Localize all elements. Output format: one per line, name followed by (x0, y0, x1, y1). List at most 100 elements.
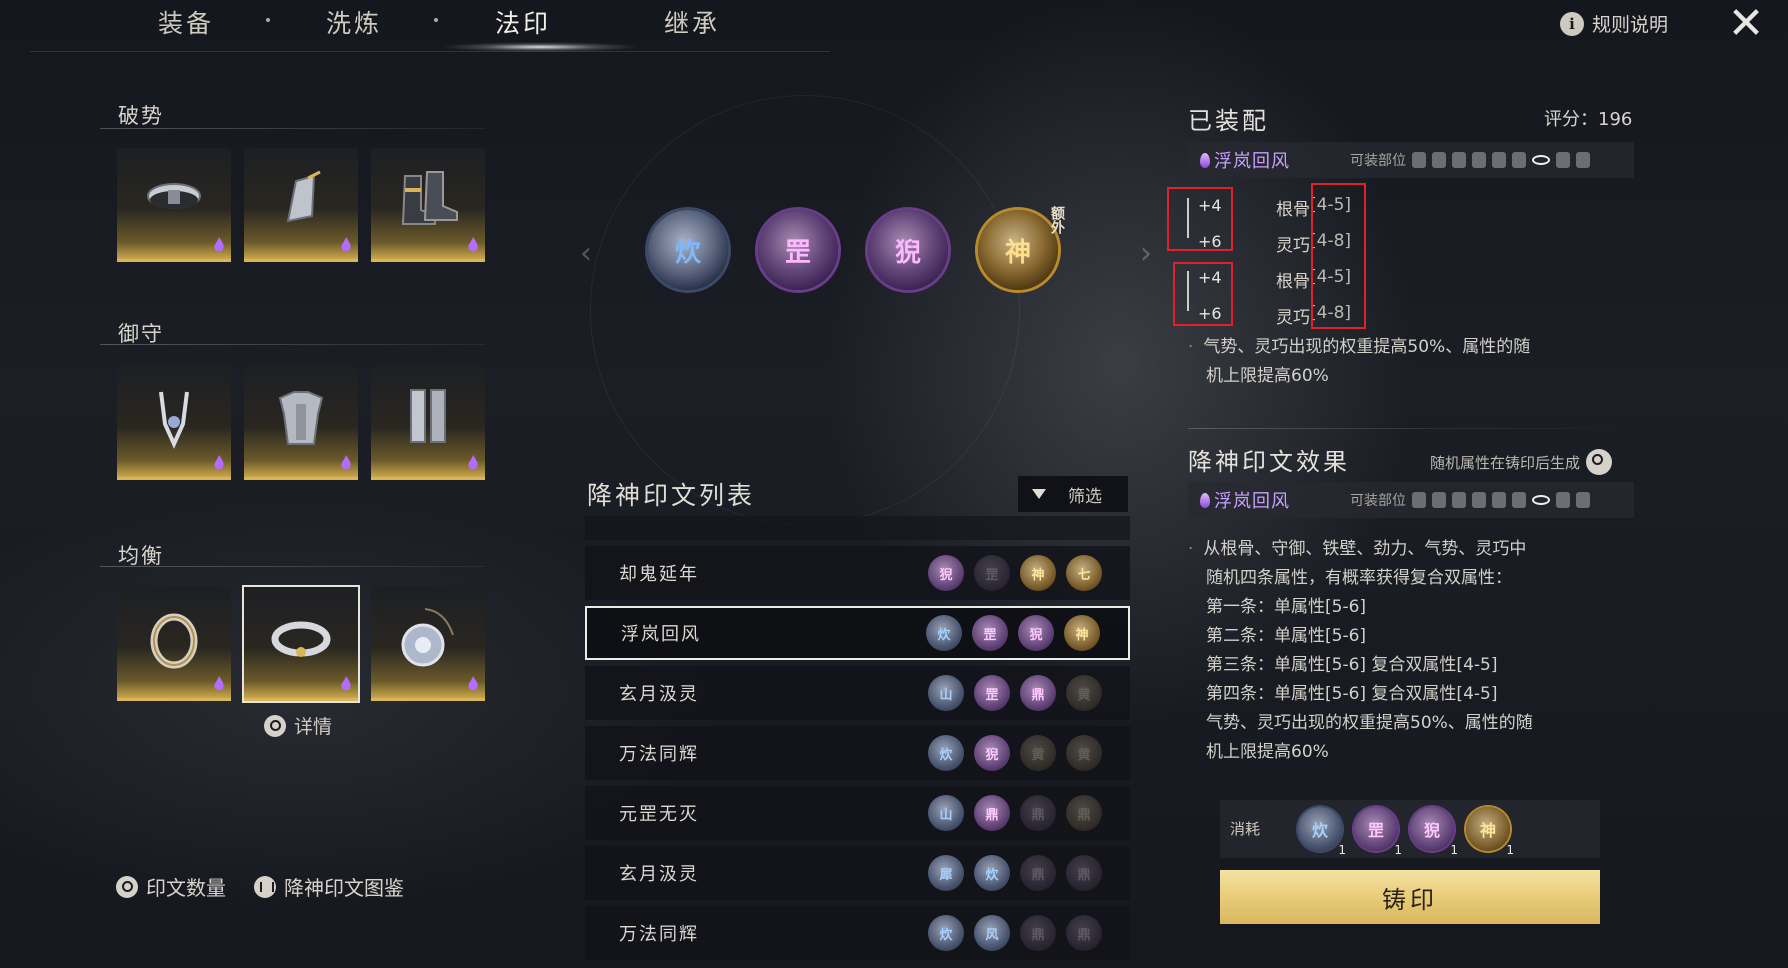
detail-label: 详情 (294, 716, 333, 738)
rune-codex-label: 降神印文图鉴 (284, 876, 404, 900)
ring-icon (150, 613, 198, 669)
filter-button[interactable]: 筛选 (1018, 476, 1128, 512)
list-item[interactable]: 却鬼延年 猊罡神七 (585, 546, 1130, 600)
filter-icon (1032, 489, 1046, 499)
equip-slot-ring[interactable] (117, 587, 231, 701)
rune-count-button[interactable]: 印文数量 (116, 872, 226, 901)
equip-slot-headpiece[interactable] (117, 366, 231, 480)
rune-orb-set: 猊罡神七 (928, 555, 1102, 591)
magnifier-icon (264, 714, 286, 737)
part-pendant-icon (1576, 152, 1590, 168)
equip-slot-chest[interactable] (244, 366, 358, 480)
rune-name: 元罡无灭 (619, 804, 699, 825)
part-blade-icon (1432, 492, 1446, 508)
effect-line: 气势、灵巧出现的权重提高50%、属性的随 (1206, 713, 1533, 733)
list-item[interactable]: 玄月汲灵 犀炊鼎鼎 (585, 846, 1130, 900)
annotation-box (1311, 183, 1366, 329)
tab-seal[interactable]: 法印 (495, 4, 551, 40)
magnifier-icon[interactable] (1586, 449, 1613, 475)
rune-orb[interactable]: 罡 (758, 210, 838, 290)
leg-guard-icon (410, 389, 446, 443)
purple-flame-icon (214, 676, 224, 691)
rune-orb-icon: 猊 (974, 735, 1010, 771)
active-tab-indicator (440, 42, 640, 52)
purple-flame-icon (468, 455, 478, 470)
purple-flame-icon (468, 237, 478, 252)
rune-codex-button[interactable]: 降神印文图鉴 (254, 872, 404, 901)
rune-orb-icon: 神 (1020, 555, 1056, 591)
annotation-box (1167, 187, 1233, 251)
rune-orb-icon: 炊 (928, 735, 964, 771)
effect-line: 随机四条属性，有概率获得复合双属性： (1206, 568, 1512, 588)
equipped-note: · 气势、灵巧出现的权重提高50%、属性的随 机上限提高60% (1188, 337, 1531, 386)
rune-name: 玄月汲灵 (619, 864, 699, 885)
purple-flame-icon (214, 455, 224, 470)
rune-orb[interactable]: 猊 (868, 210, 948, 290)
rune-orb-icon: 猊 (1018, 615, 1054, 651)
rune-name: 玄月汲灵 (619, 684, 699, 705)
divider (1188, 428, 1638, 429)
part-belt-icon (1472, 492, 1486, 508)
rune-orb-icon: 罡 (974, 675, 1010, 711)
equip-slot-belt[interactable] (117, 148, 231, 262)
rune-orb-icon: 猊 (928, 555, 964, 591)
effect-line: 第四条：单属性[5-6] 复合双属性[4-5] (1206, 684, 1498, 704)
rules-button[interactable]: i 规则说明 (1560, 10, 1668, 37)
rune-list[interactable]: 却鬼延年猊罡神七浮岚回风炊罡猊神玄月汲灵山罡鼎黄万法同辉炊猊黄黄元罡无灭山鼎鼎鼎… (585, 516, 1130, 968)
stat-name: 灵巧 (1276, 308, 1310, 328)
tab-inherit[interactable]: 继承 (664, 4, 720, 40)
rune-orb-set: 山鼎鼎鼎 (928, 795, 1102, 831)
close-icon[interactable]: ✕ (1722, 2, 1770, 46)
stat-name: 根骨 (1276, 272, 1310, 292)
rune-glyph: 炊 (1311, 821, 1328, 840)
rune-orb-set: 犀炊鼎鼎 (928, 855, 1102, 891)
detail-button[interactable]: 详情 (264, 712, 332, 739)
equip-row-defense (117, 366, 485, 480)
cost-orb-icon: 猊1 (1410, 807, 1458, 857)
equip-slot-boots[interactable] (371, 148, 485, 262)
rune-name-text: 浮岚回风 (1214, 151, 1290, 172)
effect-hint-text: 随机属性在铸印后生成 (1430, 453, 1581, 472)
part-head-icon (1452, 492, 1466, 508)
purple-flame-icon (214, 237, 224, 252)
equipped-rune-name: 浮岚回风 (1200, 147, 1350, 173)
purple-flame-icon (1200, 152, 1210, 168)
headpiece-icon (159, 391, 189, 449)
list-item[interactable]: 万法同辉炊猊黄黄 (585, 726, 1130, 780)
equip-slot-pendant[interactable] (371, 587, 485, 701)
list-item[interactable]: 元罡无灭 山鼎鼎鼎 (585, 786, 1130, 840)
list-item[interactable]: 万法同辉炊风鼎鼎 (585, 906, 1130, 960)
annotation-box (1173, 262, 1233, 326)
list-item[interactable]: 浮岚回风 炊罡猊神 (585, 606, 1130, 660)
tab-equipment[interactable]: 装备 (158, 4, 214, 40)
effect-line: 机上限提高60% (1206, 742, 1329, 762)
boots-icon (401, 171, 458, 225)
rune-orb-extra[interactable]: 神 额外 (978, 206, 1065, 290)
forge-button[interactable]: 铸印 (1220, 870, 1600, 924)
effect-title: 降神印文效果 (1188, 448, 1350, 476)
rune-glyph: 神 (1004, 237, 1031, 268)
equip-slot-bracelet[interactable] (242, 585, 360, 703)
equip-slot-leg-guard[interactable] (371, 366, 485, 480)
effect-rune-name: 浮岚回风 (1200, 487, 1350, 513)
rune-orb-icon: 炊 (926, 615, 962, 651)
filter-label: 筛选 (1068, 486, 1102, 507)
rune-name: 浮岚回风 (621, 624, 701, 645)
list-item[interactable]: 玄月汲灵 山罡鼎黄 (585, 666, 1130, 720)
effect-line: 第二条：单属性[5-6] (1206, 626, 1367, 646)
tab-refine[interactable]: 洗炼 (326, 4, 382, 40)
purple-flame-icon (1200, 492, 1210, 508)
part-belt-icon (1472, 152, 1486, 168)
cost-count: 1 (1338, 843, 1346, 857)
part-bracer-icon (1412, 152, 1426, 168)
rune-orb[interactable]: 炊 (648, 210, 728, 290)
equip-slot-bracer[interactable] (244, 148, 358, 262)
cost-count: 1 (1394, 843, 1402, 857)
score-label: 评分：196 (1544, 109, 1633, 130)
bracer-icon (286, 170, 321, 223)
cost-panel: 消耗 炊1罡1猊1神1 (1220, 800, 1600, 858)
part-blade-icon (1432, 152, 1446, 168)
rune-list-title: 降神印文列表 (587, 481, 756, 510)
effect-line: 第三条：单属性[5-6] 复合双属性[4-5] (1206, 655, 1498, 675)
part-boots-icon (1512, 492, 1526, 508)
